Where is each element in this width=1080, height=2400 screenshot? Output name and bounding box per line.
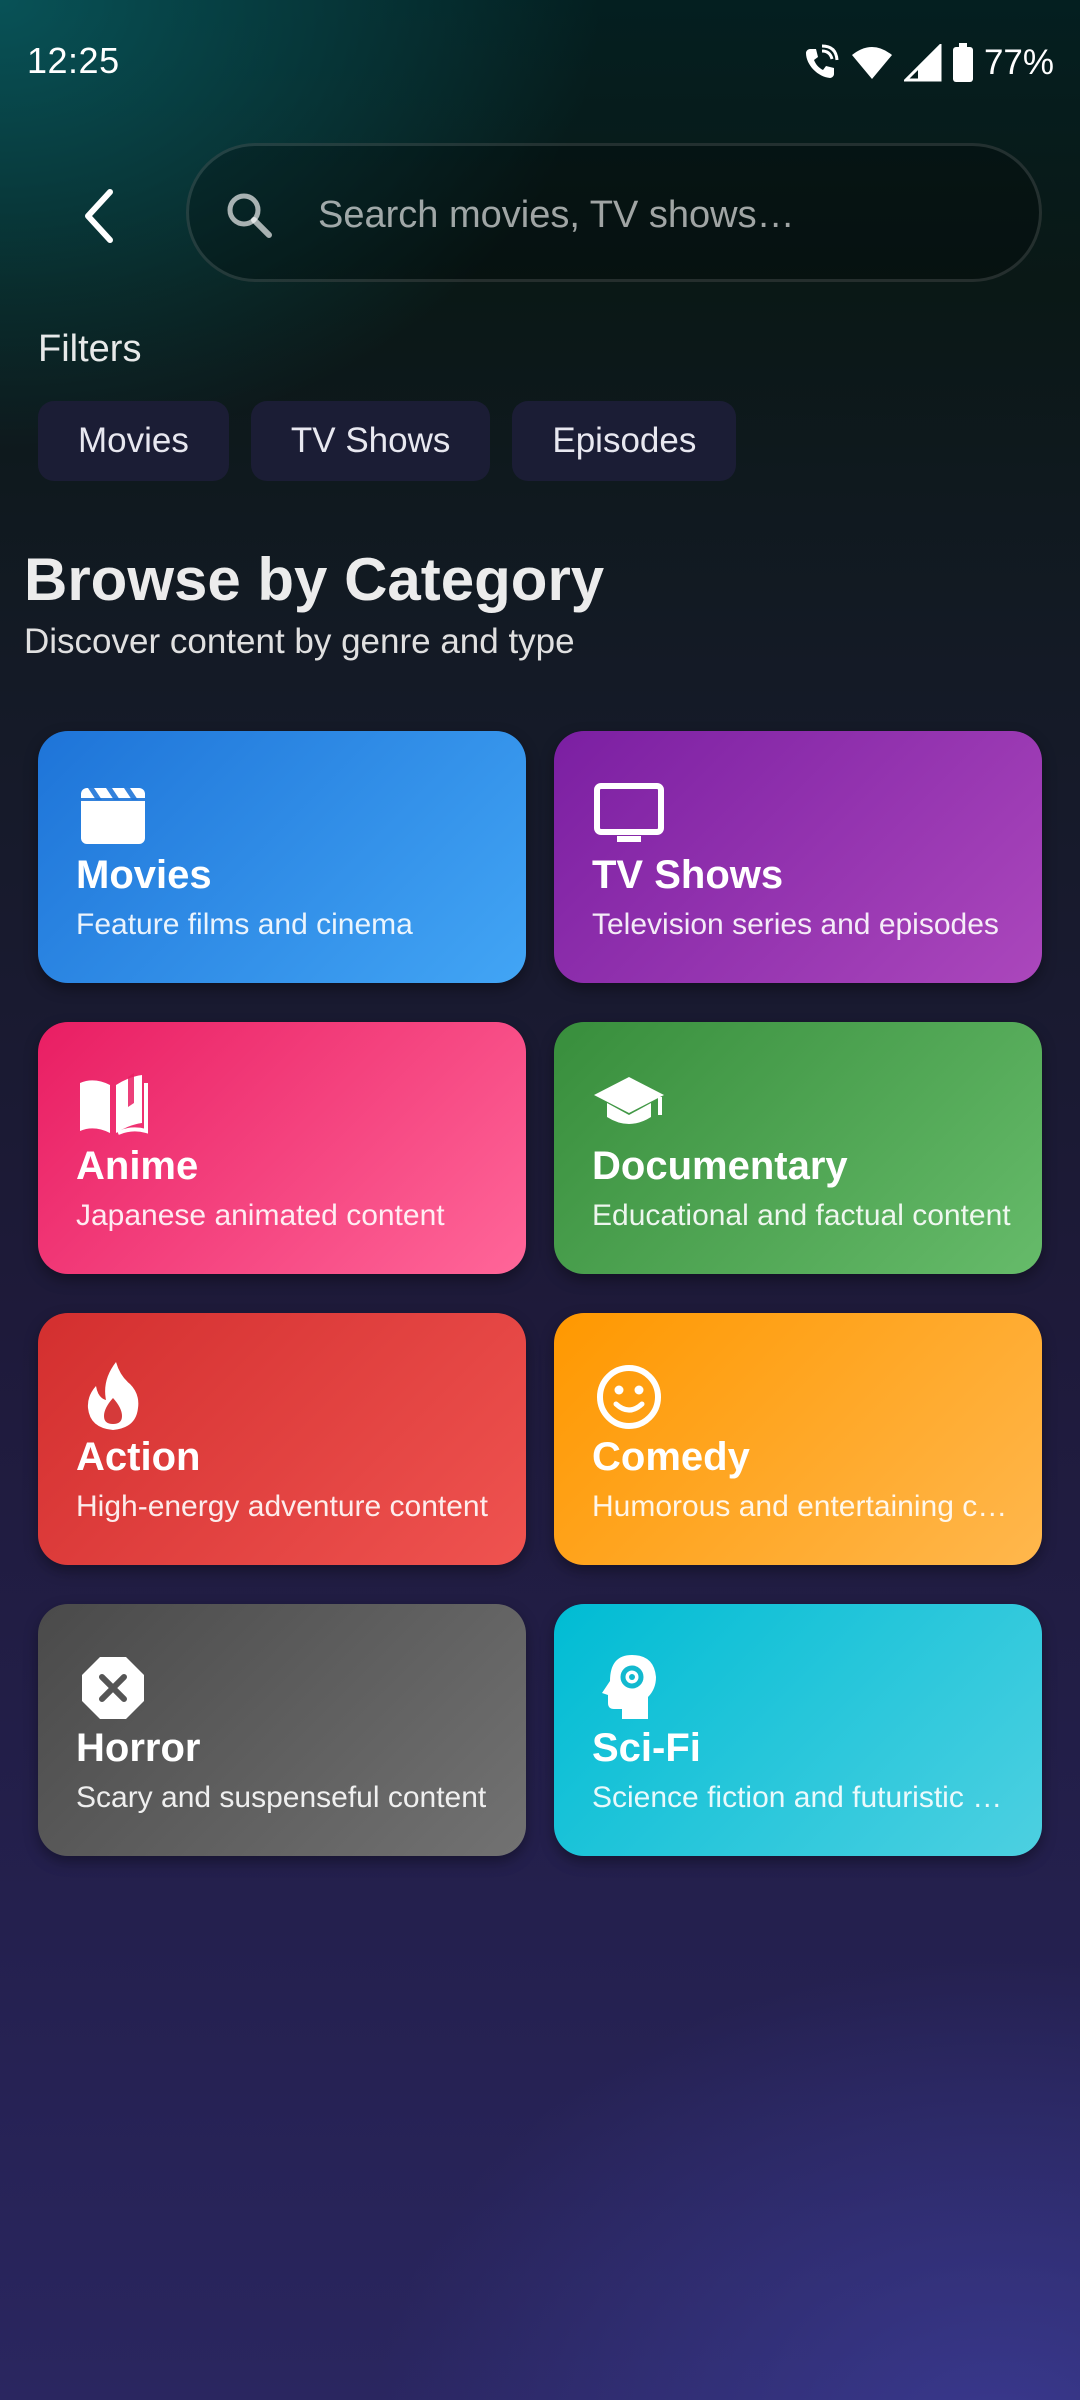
wifi-calling-icon	[800, 43, 840, 83]
category-description: Japanese animated content	[76, 1199, 445, 1232]
category-description: Educational and factual content	[592, 1199, 1011, 1232]
status-icons: 77%	[800, 40, 1054, 86]
category-card-movies[interactable]: Movies Feature films and cinema	[38, 731, 526, 983]
category-card-documentary[interactable]: Documentary Educational and factual cont…	[554, 1022, 1042, 1274]
filters-label: Filters	[38, 328, 142, 370]
filter-chip-tv-shows[interactable]: TV Shows	[250, 401, 491, 481]
wifi-icon	[850, 43, 894, 83]
search-input[interactable]	[318, 180, 998, 250]
category-title: Sci-Fi	[592, 1726, 701, 1770]
status-bar: 12:25 77%	[0, 0, 1080, 120]
category-title: TV Shows	[592, 853, 784, 897]
graduation-cap-icon	[592, 1067, 666, 1141]
back-arrow-icon	[85, 189, 113, 243]
category-card-sci-fi[interactable]: Sci-Fi Science fiction and futuristic co…	[554, 1604, 1042, 1856]
category-title: Action	[76, 1435, 201, 1479]
head-gear-icon	[592, 1649, 666, 1723]
category-card-anime[interactable]: Anime Japanese animated content	[38, 1022, 526, 1274]
clapperboard-icon	[76, 776, 150, 850]
page-subtitle: Discover content by genre and type	[24, 622, 575, 661]
filter-chip-movies[interactable]: Movies	[38, 401, 229, 481]
search-bar[interactable]	[186, 143, 1042, 282]
category-description: Television series and episodes	[592, 908, 999, 941]
category-description: Humorous and entertaining content	[592, 1490, 1012, 1523]
category-title: Anime	[76, 1144, 199, 1188]
battery-icon	[952, 43, 974, 83]
filter-chip-episodes[interactable]: Episodes	[512, 401, 737, 481]
category-card-action[interactable]: Action High-energy adventure content	[38, 1313, 526, 1565]
back-button[interactable]	[50, 168, 146, 264]
category-description: Feature films and cinema	[76, 908, 413, 941]
category-description: Scary and suspenseful content	[76, 1781, 487, 1814]
tv-icon	[592, 776, 666, 850]
smiley-icon	[592, 1358, 666, 1432]
category-title: Comedy	[592, 1435, 750, 1479]
category-title: Horror	[76, 1726, 201, 1770]
battery-percentage: 77%	[983, 43, 1054, 82]
category-description: Science fiction and futuristic content	[592, 1781, 1012, 1814]
category-card-comedy[interactable]: Comedy Humorous and entertaining content	[554, 1313, 1042, 1565]
filter-chips: Movies TV Shows Episodes	[38, 401, 737, 481]
category-card-tv-shows[interactable]: TV Shows Television series and episodes	[554, 731, 1042, 983]
octagon-x-icon	[76, 1649, 150, 1723]
cell-signal-icon	[903, 44, 942, 82]
status-time: 12:25	[27, 40, 120, 81]
category-description: High-energy adventure content	[76, 1490, 488, 1523]
search-icon	[223, 189, 275, 241]
category-title: Documentary	[592, 1144, 848, 1188]
category-grid: Movies Feature films and cinema TV Shows…	[38, 731, 1042, 1856]
page-title: Browse by Category	[24, 546, 605, 613]
flame-icon	[76, 1358, 150, 1432]
category-card-horror[interactable]: Horror Scary and suspenseful content	[38, 1604, 526, 1856]
book-open-icon	[76, 1067, 150, 1141]
category-title: Movies	[76, 853, 212, 897]
